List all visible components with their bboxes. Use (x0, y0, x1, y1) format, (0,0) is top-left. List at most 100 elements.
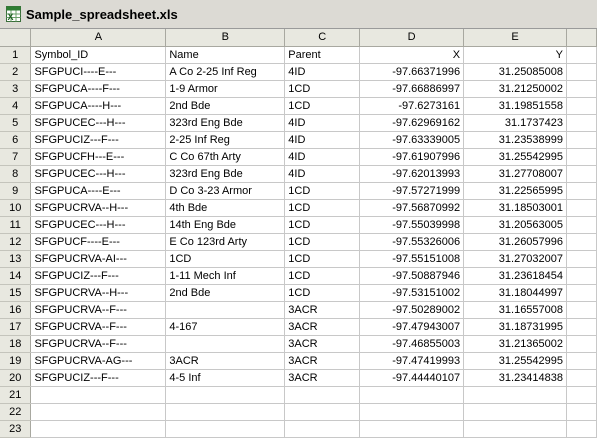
cell-f[interactable] (566, 114, 597, 132)
cell-b[interactable]: 1-9 Armor (165, 80, 286, 98)
cell-e[interactable]: 31.27032007 (463, 250, 568, 268)
cell-d[interactable]: -97.6273161 (359, 97, 465, 115)
cell-a[interactable]: SFGPUCA----F--- (30, 80, 167, 98)
cell-f[interactable] (566, 352, 597, 370)
cell-f[interactable] (566, 318, 597, 336)
cell-a[interactable]: SFGPUCA----H--- (30, 97, 167, 115)
cell-a[interactable]: SFGPUCRVA-AG--- (30, 352, 167, 370)
cell-f[interactable] (566, 369, 597, 387)
cell-e[interactable]: 31.25542995 (463, 148, 568, 166)
cell-c[interactable]: 1CD (284, 284, 361, 302)
cell-a[interactable]: SFGPUCRVA--F--- (30, 318, 167, 336)
row-header[interactable]: 10 (0, 199, 32, 217)
cell-d[interactable]: -97.47419993 (359, 352, 465, 370)
cell-c[interactable]: 1CD (284, 233, 361, 251)
cell-c[interactable]: 1CD (284, 97, 361, 115)
row-header[interactable]: 3 (0, 80, 32, 98)
cell-b[interactable]: 2-25 Inf Reg (165, 131, 286, 149)
cell-b[interactable]: Name (165, 46, 286, 64)
cell-b[interactable]: 3ACR (165, 352, 286, 370)
cell-d[interactable]: -97.55039998 (359, 216, 465, 234)
cell-d[interactable]: -97.44440107 (359, 369, 465, 387)
title-bar[interactable]: X Sample_spreadsheet.xls (0, 0, 597, 29)
cell-c[interactable]: 3ACR (284, 352, 361, 370)
cell-d[interactable]: -97.63339005 (359, 131, 465, 149)
cell-f[interactable] (566, 301, 597, 319)
cell-f[interactable] (566, 250, 597, 268)
row-header[interactable]: 13 (0, 250, 32, 268)
cell-c[interactable]: Parent (284, 46, 361, 64)
cell-c[interactable]: 1CD (284, 182, 361, 200)
cell-c[interactable] (284, 420, 361, 438)
row-header[interactable]: 21 (0, 386, 32, 404)
cell-f[interactable] (566, 97, 597, 115)
cell-e[interactable]: 31.23414838 (463, 369, 568, 387)
cell-a[interactable]: SFGPUCRVA--H--- (30, 284, 167, 302)
cell-a[interactable]: SFGPUCRVA--F--- (30, 335, 167, 353)
cell-e[interactable]: 31.18731995 (463, 318, 568, 336)
row-header[interactable]: 11 (0, 216, 32, 234)
cell-f[interactable] (566, 182, 597, 200)
cell-d[interactable]: -97.61907996 (359, 148, 465, 166)
cell-b[interactable]: 323rd Eng Bde (165, 165, 286, 183)
cell-d[interactable]: -97.62013993 (359, 165, 465, 183)
cell-f[interactable] (566, 148, 597, 166)
row-header[interactable]: 20 (0, 369, 32, 387)
cell-a[interactable]: SFGPUCA----E--- (30, 182, 167, 200)
cell-e[interactable]: 31.21365002 (463, 335, 568, 353)
cell-a[interactable] (30, 386, 167, 404)
row-header[interactable]: 16 (0, 301, 32, 319)
cell-f[interactable] (566, 80, 597, 98)
cell-c[interactable]: 4ID (284, 131, 361, 149)
row-header[interactable]: 5 (0, 114, 32, 132)
cell-c[interactable] (284, 386, 361, 404)
cell-b[interactable]: E Co 123rd Arty (165, 233, 286, 251)
cell-e[interactable]: 31.25542995 (463, 352, 568, 370)
cell-b[interactable]: 4th Bde (165, 199, 286, 217)
cell-c[interactable]: 1CD (284, 267, 361, 285)
cell-c[interactable]: 3ACR (284, 301, 361, 319)
cell-c[interactable]: 1CD (284, 250, 361, 268)
cell-e[interactable]: 31.22565995 (463, 182, 568, 200)
cell-b[interactable]: D Co 3-23 Armor (165, 182, 286, 200)
row-header[interactable]: 14 (0, 267, 32, 285)
select-all-corner[interactable] (0, 29, 32, 47)
cell-f[interactable] (566, 386, 597, 404)
row-header[interactable]: 12 (0, 233, 32, 251)
cell-a[interactable]: SFGPUCIZ---F--- (30, 131, 167, 149)
cell-e[interactable]: 31.1737423 (463, 114, 568, 132)
cell-b[interactable]: 323rd Eng Bde (165, 114, 286, 132)
cell-d[interactable]: -97.66886997 (359, 80, 465, 98)
cell-d[interactable]: -97.55151008 (359, 250, 465, 268)
cell-d[interactable]: -97.66371996 (359, 63, 465, 81)
cell-d[interactable]: -97.50289002 (359, 301, 465, 319)
row-header[interactable]: 18 (0, 335, 32, 353)
cell-c[interactable]: 4ID (284, 63, 361, 81)
cell-a[interactable]: SFGPUCEC---H--- (30, 216, 167, 234)
cell-c[interactable]: 4ID (284, 114, 361, 132)
row-header[interactable]: 8 (0, 165, 32, 183)
column-header-b[interactable]: B (165, 29, 286, 47)
cell-a[interactable]: SFGPUCF----E--- (30, 233, 167, 251)
row-header[interactable]: 15 (0, 284, 32, 302)
row-header[interactable]: 4 (0, 97, 32, 115)
row-header[interactable]: 19 (0, 352, 32, 370)
cell-e[interactable]: 31.23538999 (463, 131, 568, 149)
cell-e[interactable]: 31.18044997 (463, 284, 568, 302)
cell-e[interactable]: 31.18503001 (463, 199, 568, 217)
cell-a[interactable]: SFGPUCFH---E--- (30, 148, 167, 166)
cell-b[interactable] (165, 335, 286, 353)
row-header[interactable]: 6 (0, 131, 32, 149)
cell-c[interactable]: 4ID (284, 165, 361, 183)
cell-d[interactable]: -97.56870992 (359, 199, 465, 217)
cell-e[interactable]: 31.25085008 (463, 63, 568, 81)
cell-f[interactable] (566, 284, 597, 302)
cell-e[interactable]: 31.20563005 (463, 216, 568, 234)
cell-a[interactable]: SFGPUCIZ---F--- (30, 369, 167, 387)
cell-a[interactable]: SFGPUCRVA--F--- (30, 301, 167, 319)
cell-b[interactable]: 4-167 (165, 318, 286, 336)
row-header[interactable]: 9 (0, 182, 32, 200)
row-header[interactable]: 2 (0, 63, 32, 81)
cell-a[interactable]: Symbol_ID (30, 46, 167, 64)
cell-c[interactable]: 4ID (284, 148, 361, 166)
